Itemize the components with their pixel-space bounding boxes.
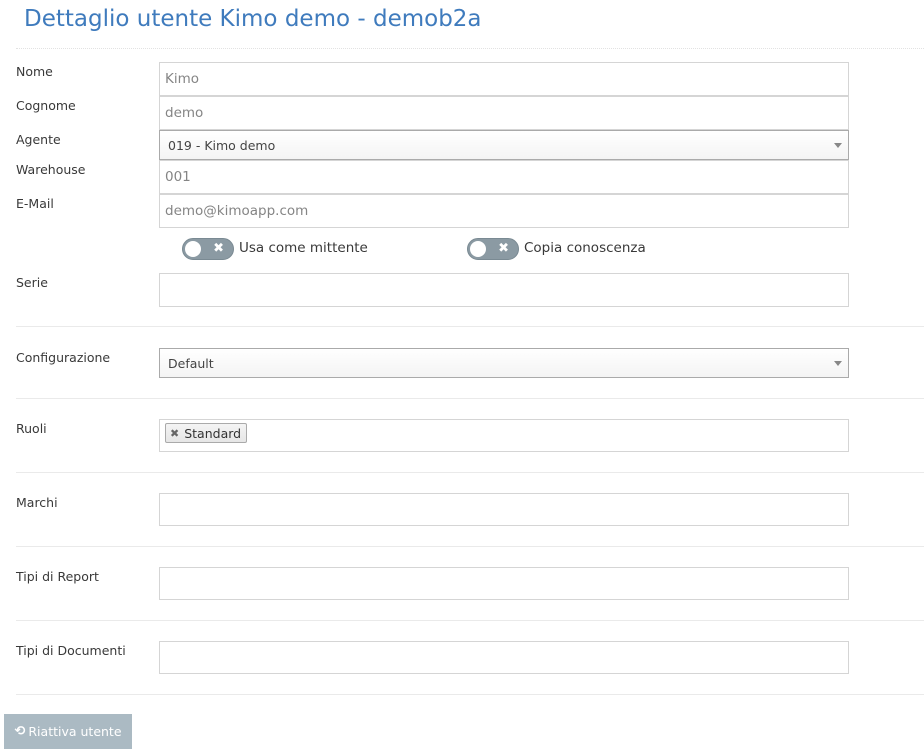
close-icon: ✖ [213, 241, 224, 256]
riattiva-utente-label: Riattiva utente [28, 724, 122, 739]
tipi-documenti-multiselect[interactable] [159, 641, 849, 674]
email-value: demo@kimoapp.com [165, 203, 309, 219]
section-divider [16, 694, 924, 695]
agente-select[interactable]: 019 - Kimo demo [159, 130, 849, 160]
cognome-label: Cognome [16, 98, 76, 113]
email-input[interactable]: demo@kimoapp.com [159, 194, 849, 228]
usa-mittente-label: Usa come mittente [239, 240, 368, 256]
section-divider [16, 620, 924, 621]
configurazione-select[interactable]: Default [159, 348, 849, 378]
email-label: E-Mail [16, 196, 54, 211]
title-divider [16, 48, 924, 49]
chevron-down-icon [834, 361, 842, 366]
page-title: Dettaglio utente Kimo demo - demob2a [24, 6, 482, 32]
tipi-report-label: Tipi di Report [16, 569, 99, 584]
nome-label: Nome [16, 64, 53, 79]
cognome-input[interactable]: demo [159, 96, 849, 130]
configurazione-label: Configurazione [16, 350, 111, 365]
usa-mittente-toggle[interactable]: ✖ [182, 238, 234, 260]
ruoli-tag: ✖ Standard [165, 423, 248, 443]
riattiva-utente-button[interactable]: ⟲ Riattiva utente [4, 714, 132, 749]
warehouse-input[interactable]: 001 [159, 160, 849, 194]
undo-icon: ⟲ [14, 724, 26, 739]
marchi-label: Marchi [16, 495, 58, 510]
section-divider [16, 326, 924, 327]
nome-value: Kimo [165, 71, 200, 87]
section-divider [16, 472, 924, 473]
ruoli-tag-label: Standard [184, 425, 242, 441]
ruoli-multiselect[interactable] [159, 419, 849, 452]
copia-conoscenza-toggle[interactable]: ✖ [467, 238, 519, 260]
toggle-knob [470, 241, 486, 257]
agente-label: Agente [16, 132, 61, 147]
close-icon: ✖ [498, 241, 509, 256]
cognome-value: demo [165, 105, 204, 121]
toggle-knob [185, 241, 201, 257]
nome-input[interactable]: Kimo [159, 62, 849, 96]
close-icon[interactable]: ✖ [170, 427, 179, 440]
section-divider [16, 546, 924, 547]
warehouse-value: 001 [165, 169, 191, 185]
agente-value: 019 - Kimo demo [168, 137, 276, 153]
serie-input[interactable] [159, 273, 849, 307]
serie-label: Serie [16, 275, 48, 290]
section-divider [16, 398, 924, 399]
marchi-multiselect[interactable] [159, 493, 849, 526]
ruoli-label: Ruoli [16, 421, 47, 436]
configurazione-value: Default [168, 355, 214, 371]
tipi-documenti-label: Tipi di Documenti [16, 643, 126, 658]
tipi-report-multiselect[interactable] [159, 567, 849, 600]
copia-conoscenza-label: Copia conoscenza [524, 240, 646, 256]
warehouse-label: Warehouse [16, 162, 86, 177]
chevron-down-icon [834, 143, 842, 148]
